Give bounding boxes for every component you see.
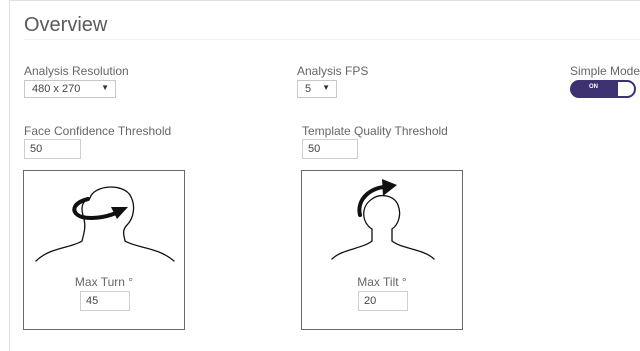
chevron-down-icon: ▼ [101, 83, 109, 92]
chevron-down-icon: ▼ [322, 83, 330, 92]
title-divider [24, 39, 640, 40]
face-confidence-input[interactable] [24, 139, 81, 159]
simple-mode-label: Simple Mode [570, 64, 640, 78]
analysis-fps-value: 5 [305, 83, 312, 95]
max-turn-label: Max Turn ° [74, 275, 134, 289]
analysis-fps-select[interactable]: 5 ▼ [297, 80, 337, 98]
analysis-resolution-value: 480 x 270 [32, 83, 81, 95]
toggle-state-label: ON [589, 84, 598, 90]
template-quality-input[interactable] [302, 139, 358, 159]
toggle-knob [618, 82, 634, 96]
simple-mode-toggle[interactable]: ON [570, 80, 636, 98]
analysis-fps-label: Analysis FPS [297, 64, 369, 78]
page-title: Overview [24, 14, 108, 36]
analysis-resolution-select[interactable]: 480 x 270 ▼ [24, 80, 116, 98]
max-tilt-card: Max Tilt ° [301, 170, 463, 330]
face-confidence-label: Face Confidence Threshold [24, 124, 172, 138]
max-tilt-label: Max Tilt ° [357, 275, 407, 289]
max-turn-card: Max Turn ° [23, 170, 185, 330]
template-quality-label: Template Quality Threshold [302, 124, 448, 138]
max-tilt-input[interactable] [358, 291, 408, 311]
analysis-resolution-label: Analysis Resolution [24, 64, 129, 78]
max-turn-input[interactable] [80, 291, 130, 311]
